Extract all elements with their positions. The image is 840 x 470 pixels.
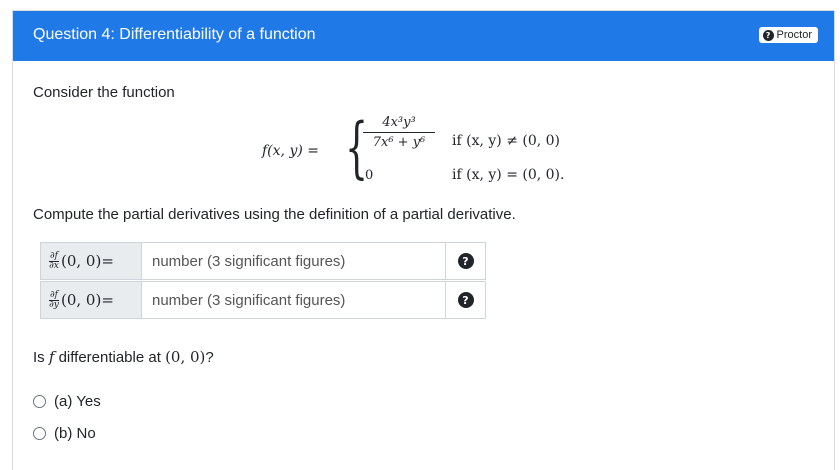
partial-y-label: ∂f ∂y (0, 0)= [40, 281, 142, 319]
partial-y-numerator: ∂f [49, 289, 59, 301]
proctor-badge[interactable]: ? Proctor [758, 27, 818, 43]
question-title: Question 4: Differentiability of a funct… [33, 26, 316, 43]
partial-x-numerator: ∂f [49, 250, 59, 262]
partial-y-input[interactable] [142, 281, 446, 319]
fraction-numerator: 4x³y³ [363, 115, 435, 133]
card-header: Question 4: Differentiability of a funct… [13, 11, 834, 61]
condition-zero: if (x, y) = (0, 0). [452, 167, 565, 183]
zero-value: 0 [365, 168, 374, 183]
partial-x-fraction: ∂f ∂x [49, 250, 59, 271]
radio-circle-icon[interactable] [33, 427, 46, 440]
function-lhs: f(x, y) = [262, 143, 319, 159]
question-prefix: Is [33, 349, 45, 366]
partial-x-denominator: ∂x [49, 260, 59, 271]
piecewise-formula: f(x, y) = { 4x³y³ 7x⁶ + y⁶ 0 if (x, y) ≠… [262, 113, 592, 193]
option-no-label: (b) No [54, 425, 96, 442]
partial-y-fraction: ∂f ∂y [49, 289, 59, 310]
proctor-label: Proctor [776, 29, 812, 41]
question-circle-icon: ? [457, 292, 474, 308]
partial-x-label: ∂f ∂x (0, 0)= [40, 242, 142, 280]
partial-x-point: (0, 0)= [61, 252, 114, 270]
partial-y-point: (0, 0)= [61, 291, 114, 309]
partial-x-input-group: ∂f ∂x (0, 0)= ? [40, 242, 486, 280]
partial-y-denominator: ∂y [49, 299, 59, 310]
condition-nonzero: if (x, y) ≠ (0, 0) [452, 133, 561, 149]
partial-x-help-button[interactable]: ? [446, 242, 486, 280]
question-card: Question 4: Differentiability of a funct… [12, 10, 835, 470]
intro-text: Consider the function [33, 84, 175, 101]
partial-x-input[interactable] [142, 242, 446, 280]
question-circle-icon: ? [457, 253, 474, 269]
fraction-denominator: 7x⁶ + y⁶ [372, 135, 426, 150]
fraction: 4x³y³ 7x⁶ + y⁶ [363, 115, 435, 150]
question-point: (0, 0) [165, 348, 206, 366]
radio-circle-icon[interactable] [33, 395, 46, 408]
partial-y-input-group: ∂f ∂y (0, 0)= ? [40, 281, 486, 319]
option-no[interactable]: (b) No [33, 425, 96, 442]
option-yes-label: (a) Yes [54, 393, 101, 410]
instruction-text: Compute the partial derivatives using th… [33, 206, 516, 223]
question-var: f [48, 348, 55, 366]
partial-y-help-button[interactable]: ? [446, 281, 486, 319]
question-suffix: ? [205, 349, 214, 366]
question-middle: differentiable at [58, 349, 161, 366]
question-circle-icon: ? [762, 29, 774, 41]
option-yes[interactable]: (a) Yes [33, 393, 101, 410]
differentiability-question: Is f differentiable at (0, 0)? [33, 348, 214, 366]
